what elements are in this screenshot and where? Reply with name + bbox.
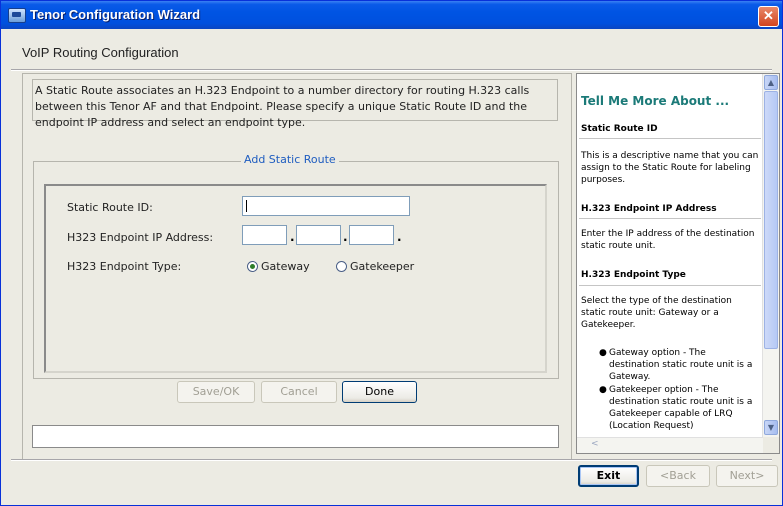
title-bar[interactable]: Tenor Configuration Wizard ✕ — [1, 1, 782, 29]
help-heading-endpoint-type: H.323 Endpoint Type — [581, 270, 686, 280]
bullet-icon: ● — [599, 385, 607, 395]
bullet-icon: ● — [599, 348, 607, 358]
app-icon — [8, 8, 26, 23]
help-heading-static-route-id: Static Route ID — [581, 124, 658, 134]
divider — [11, 69, 772, 71]
save-ok-button[interactable]: Save/OK — [177, 381, 255, 403]
static-route-id-input[interactable] — [242, 196, 410, 216]
ip-separator: . — [290, 230, 295, 244]
back-button[interactable]: <Back — [646, 465, 710, 487]
help-divider — [579, 218, 761, 219]
help-heading-ip-address: H.323 Endpoint IP Address — [581, 204, 717, 214]
help-title: Tell Me More About ... — [581, 94, 730, 108]
status-field — [32, 425, 559, 448]
done-button[interactable]: Done — [342, 381, 417, 403]
ip-octet-3-input[interactable] — [349, 225, 394, 245]
gateway-radio[interactable] — [247, 261, 258, 272]
help-horizontal-scrollbar[interactable]: < — [577, 437, 763, 453]
endpoint-type-label: H323 Endpoint Type: — [67, 260, 182, 273]
gatekeeper-radio[interactable] — [336, 261, 347, 272]
exit-button[interactable]: Exit — [578, 465, 639, 487]
help-text-static-route-id: This is a descriptive name that you can … — [581, 151, 759, 185]
page-title: VoIP Routing Configuration — [22, 45, 179, 60]
ip-octet-2-input[interactable] — [296, 225, 341, 245]
help-vertical-scrollbar[interactable]: ▲ ▼ — [762, 74, 779, 437]
ip-address-label: H323 Endpoint IP Address: — [67, 231, 214, 244]
gatekeeper-option-label[interactable]: Gatekeeper — [350, 260, 414, 273]
window-title: Tenor Configuration Wizard — [30, 7, 201, 22]
text-caret — [246, 200, 247, 212]
help-divider — [579, 138, 761, 139]
help-panel: Tell Me More About ... Static Route ID T… — [576, 73, 780, 454]
help-content: Tell Me More About ... Static Route ID T… — [577, 74, 763, 437]
help-text-ip-address: Enter the IP address of the destination … — [581, 229, 755, 251]
static-route-id-label: Static Route ID: — [67, 201, 153, 214]
description-text: A Static Route associates an H.323 Endpo… — [32, 79, 558, 129]
next-button[interactable]: Next> — [716, 465, 778, 487]
group-title: Add Static Route — [241, 153, 339, 166]
ip-separator: . — [343, 230, 348, 244]
help-text-endpoint-type: Select the type of the destination stati… — [581, 296, 732, 330]
scroll-thumb[interactable] — [764, 91, 778, 349]
scroll-left-icon[interactable]: < — [591, 439, 599, 449]
close-button[interactable]: ✕ — [758, 6, 779, 27]
cancel-button[interactable]: Cancel — [261, 381, 337, 403]
scroll-down-icon[interactable]: ▼ — [764, 420, 778, 435]
scroll-up-icon[interactable]: ▲ — [764, 75, 778, 90]
scroll-corner — [763, 437, 779, 453]
wizard-window: Tenor Configuration Wizard ✕ VoIP Routin… — [0, 0, 783, 506]
ip-octet-1-input[interactable] — [242, 225, 287, 245]
help-bullet-gatekeeper: ● Gatekeeper option - The destination st… — [599, 385, 753, 431]
help-bullet-gateway: ● Gateway option - The destination stati… — [599, 348, 753, 382]
ip-separator: . — [397, 230, 402, 244]
help-divider — [579, 285, 761, 286]
gateway-option-label[interactable]: Gateway — [261, 260, 310, 273]
divider — [11, 459, 772, 461]
